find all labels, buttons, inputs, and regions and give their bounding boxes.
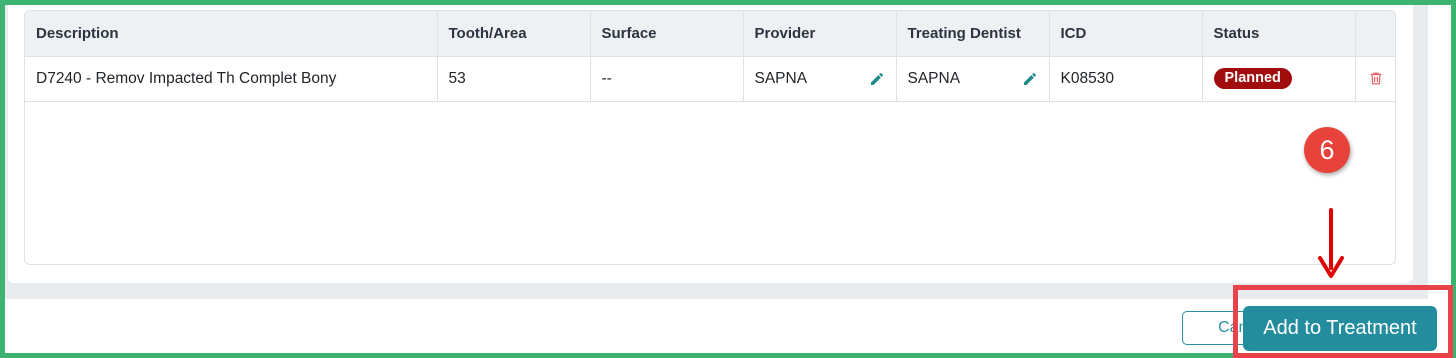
cell-treating-dentist: SAPNA: [896, 56, 1050, 102]
step-number-badge: 6: [1304, 127, 1350, 173]
col-header-tooth-area[interactable]: Tooth/Area: [437, 11, 591, 57]
add-to-treatment-button[interactable]: Add to Treatment: [1243, 306, 1437, 351]
provider-name: SAPNA: [754, 69, 808, 87]
cell-surface: --: [590, 56, 744, 102]
pencil-icon[interactable]: [1022, 71, 1038, 87]
cell-status: Planned: [1202, 56, 1356, 102]
table-header-row: Description Tooth/Area Surface Provider …: [25, 11, 1395, 57]
status-badge: Planned: [1213, 68, 1292, 89]
cell-actions: [1355, 56, 1395, 102]
col-header-actions: [1355, 11, 1395, 57]
cell-tooth-area: 53: [437, 56, 591, 102]
treating-dentist-name: SAPNA: [907, 69, 961, 87]
col-header-description[interactable]: Description: [25, 11, 438, 57]
col-header-provider[interactable]: Provider: [743, 11, 897, 57]
cell-provider: SAPNA: [743, 56, 897, 102]
pencil-icon[interactable]: [869, 71, 885, 87]
table-row[interactable]: D7240 - Remov Impacted Th Complet Bony 5…: [25, 56, 1395, 102]
trash-icon[interactable]: [1368, 70, 1384, 87]
arrow-down-icon: [1318, 208, 1344, 278]
col-header-treating-dentist[interactable]: Treating Dentist: [896, 11, 1050, 57]
procedures-table: Description Tooth/Area Surface Provider …: [24, 10, 1396, 265]
col-header-surface[interactable]: Surface: [590, 11, 744, 57]
col-header-status[interactable]: Status: [1202, 11, 1356, 57]
cell-icd: K08530: [1049, 56, 1203, 102]
cell-description: D7240 - Remov Impacted Th Complet Bony: [25, 56, 438, 102]
col-header-icd[interactable]: ICD: [1049, 11, 1203, 57]
